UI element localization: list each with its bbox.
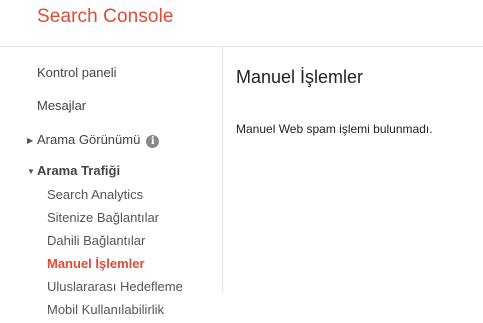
sidebar-subitem-international-targeting[interactable]: Uluslararası Hedefleme [47,279,183,295]
sidebar-item-dashboard[interactable]: Kontrol paneli [37,65,117,81]
sidebar-item-search-traffic[interactable]: ▼ Arama Trafiği [27,163,120,180]
status-message: Manuel Web spam işlemi bulunmadı. [236,122,433,136]
sidebar-item-label: Arama Görünümü [37,132,141,147]
sidebar-subitem-mobile-usability[interactable]: Mobil Kullanılabilirlik [47,302,164,318]
chevron-right-icon: ▶ [27,136,34,145]
sidebar-item-label: Arama Trafiği [37,163,121,178]
sidebar-item-search-appearance[interactable]: ▶ Arama Görünümü i [27,132,160,149]
sidebar-subitem-internal-links[interactable]: Dahili Bağlantılar [47,233,145,249]
sidebar-item-messages[interactable]: Mesajlar [37,98,86,114]
sidebar-subitem-manual-actions[interactable]: Manuel İşlemler [47,256,145,272]
sidebar-subitem-links-to-site[interactable]: Sitenize Bağlantılar [47,210,159,226]
chevron-down-icon: ▼ [27,167,35,176]
app-logo-text[interactable]: Search Console [37,5,174,29]
sidebar-subitem-search-analytics[interactable]: Search Analytics [47,187,143,203]
top-bar: Search Console [0,0,483,47]
info-icon[interactable]: i [146,135,160,148]
page-title: Manuel İşlemler [236,67,364,87]
